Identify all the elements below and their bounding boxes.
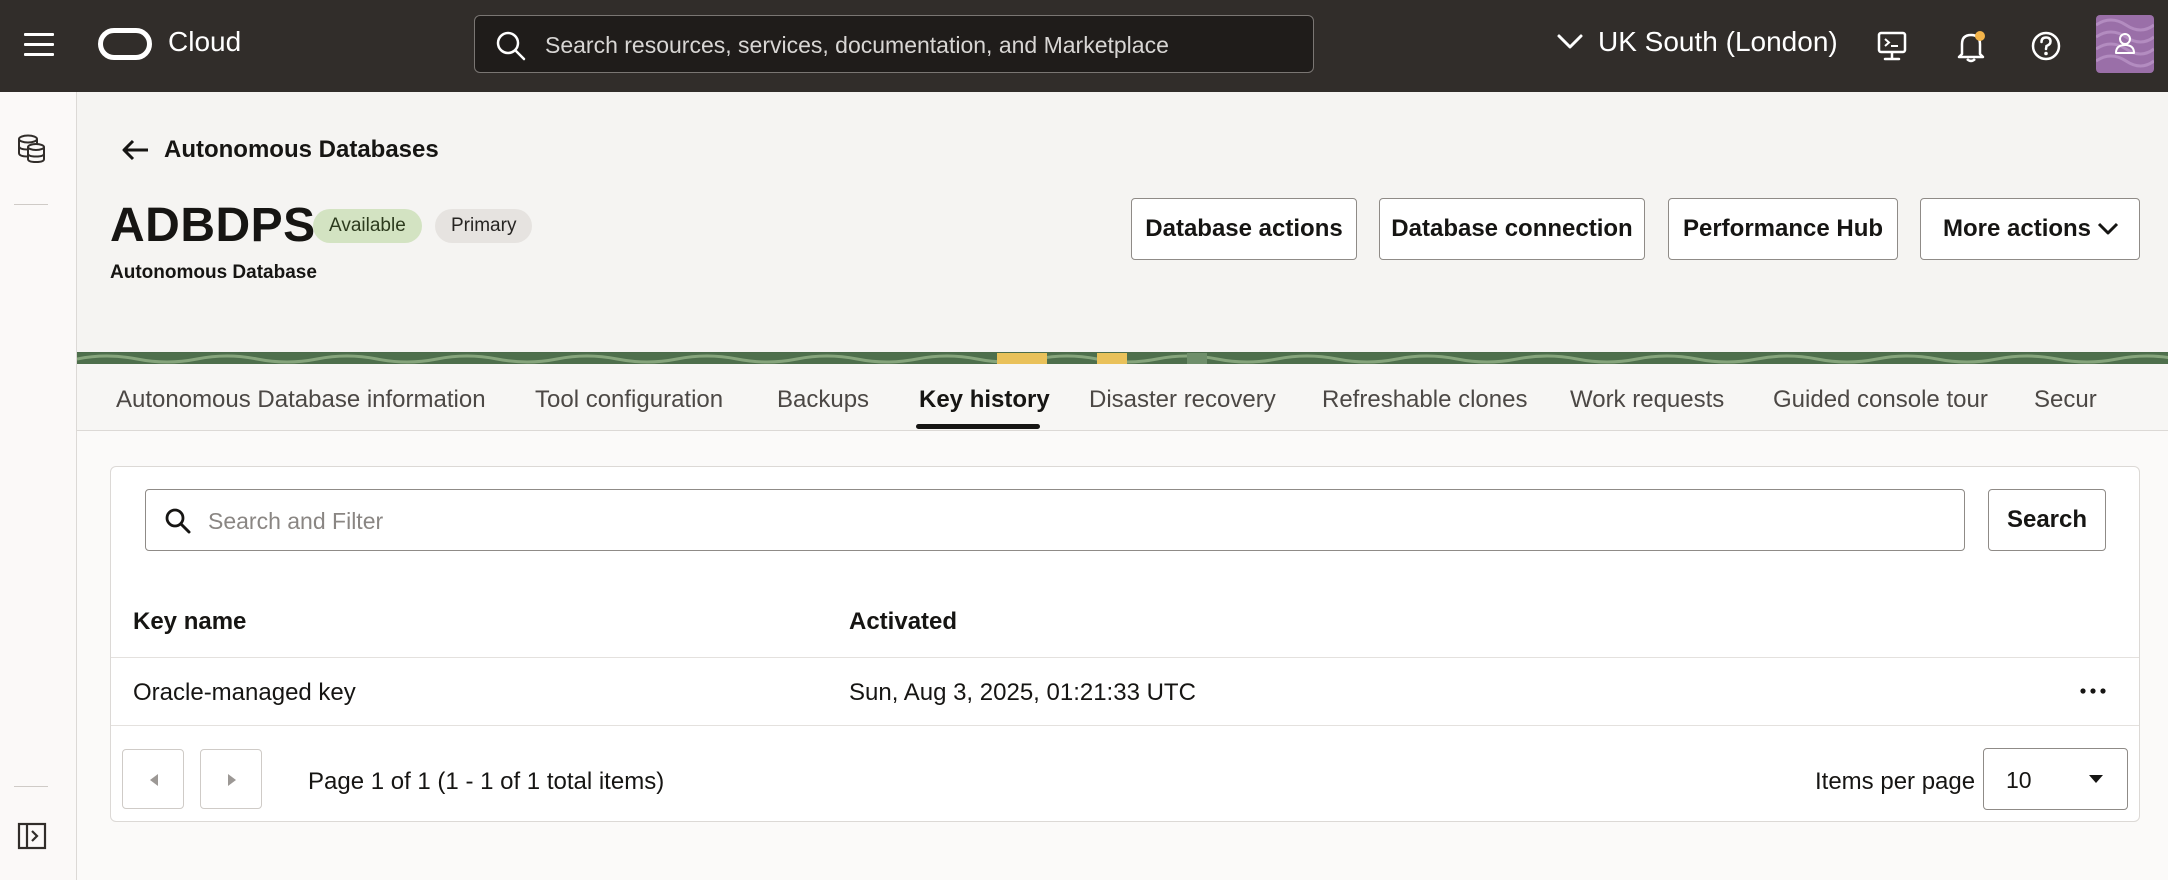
tab-disaster-recovery[interactable]: Disaster recovery xyxy=(1089,386,1276,414)
region-label: UK South (London) xyxy=(1598,26,1838,57)
pagination-summary: Page 1 of 1 (1 - 1 of 1 total items) xyxy=(308,768,665,795)
decorative-banner xyxy=(77,352,2168,364)
notifications-icon[interactable] xyxy=(1951,26,1991,66)
oracle-logo-icon[interactable] xyxy=(98,28,152,60)
user-avatar-icon[interactable] xyxy=(2096,15,2154,73)
global-search-input[interactable]: Search resources, services, documentatio… xyxy=(474,15,1314,73)
database-connection-button[interactable]: Database connection xyxy=(1379,198,1645,260)
cell-activated: Sun, Aug 3, 2025, 01:21:33 UTC xyxy=(849,679,1196,706)
items-per-page-value: 10 xyxy=(2006,767,2032,793)
tab-refreshable-clones[interactable]: Refreshable clones xyxy=(1322,386,1527,414)
help-icon[interactable] xyxy=(2026,26,2066,66)
items-per-page-label: Items per page xyxy=(1815,768,1976,795)
chevron-down-icon xyxy=(2097,222,2119,235)
previous-page-button[interactable] xyxy=(122,749,184,809)
status-badge-available: Available xyxy=(313,209,422,243)
tab-backups[interactable]: Backups xyxy=(777,386,869,414)
row-actions-kebab-icon[interactable] xyxy=(2078,676,2108,706)
search-filter-input[interactable]: Search and Filter xyxy=(145,489,1965,551)
column-header-key-name[interactable]: Key name xyxy=(133,608,246,636)
role-badge-primary: Primary xyxy=(435,209,533,243)
tab-tool-configuration[interactable]: Tool configuration xyxy=(535,386,723,414)
search-button[interactable]: Search xyxy=(1988,489,2106,551)
arrow-left-icon xyxy=(122,139,148,161)
tab-security[interactable]: Secur xyxy=(2034,386,2097,414)
page-title: ADBDPS xyxy=(110,199,316,252)
collapse-panel-icon[interactable] xyxy=(17,821,47,851)
tab-overflow-fade xyxy=(2097,364,2168,430)
hamburger-icon[interactable] xyxy=(24,33,54,59)
global-search-placeholder: Search resources, services, documentatio… xyxy=(545,32,1169,58)
table-divider xyxy=(111,725,2139,726)
more-actions-label: More actions xyxy=(1943,215,2092,242)
tab-bar: Autonomous Database information Tool con… xyxy=(77,364,2168,431)
database-stack-icon[interactable] xyxy=(15,132,47,164)
tab-guided-console-tour[interactable]: Guided console tour xyxy=(1773,386,1988,414)
search-icon xyxy=(496,31,526,61)
back-link[interactable]: Autonomous Databases xyxy=(120,136,439,164)
performance-hub-button[interactable]: Performance Hub xyxy=(1668,198,1898,260)
search-icon xyxy=(165,508,191,534)
table-divider xyxy=(111,657,2139,658)
top-navigation-bar: Cloud Search resources, services, docume… xyxy=(0,0,2168,92)
caret-right-icon xyxy=(228,774,236,786)
active-tab-indicator xyxy=(916,424,1040,429)
items-per-page-select[interactable]: 10 xyxy=(1983,748,2128,810)
back-link-label: Autonomous Databases xyxy=(164,136,439,163)
rail-divider xyxy=(14,204,48,205)
left-rail xyxy=(0,92,77,880)
chevron-down-icon xyxy=(1557,34,1583,49)
cell-key-name: Oracle-managed key xyxy=(133,679,356,706)
tab-autonomous-database-information[interactable]: Autonomous Database information xyxy=(116,386,486,414)
column-header-activated[interactable]: Activated xyxy=(849,608,957,636)
tab-work-requests[interactable]: Work requests xyxy=(1570,386,1724,414)
rail-divider xyxy=(14,786,48,787)
cloud-logo-text[interactable]: Cloud xyxy=(168,26,241,58)
cloud-shell-icon[interactable] xyxy=(1872,26,1912,66)
tab-key-history[interactable]: Key history xyxy=(919,386,1050,414)
caret-down-icon xyxy=(2089,775,2103,783)
region-selector[interactable]: UK South (London) xyxy=(1556,26,1838,58)
page-subtitle: Autonomous Database xyxy=(110,262,317,283)
next-page-button[interactable] xyxy=(200,749,262,809)
caret-left-icon xyxy=(150,774,158,786)
search-filter-placeholder: Search and Filter xyxy=(208,508,384,534)
more-actions-button[interactable]: More actions xyxy=(1920,198,2140,260)
database-actions-button[interactable]: Database actions xyxy=(1131,198,1357,260)
